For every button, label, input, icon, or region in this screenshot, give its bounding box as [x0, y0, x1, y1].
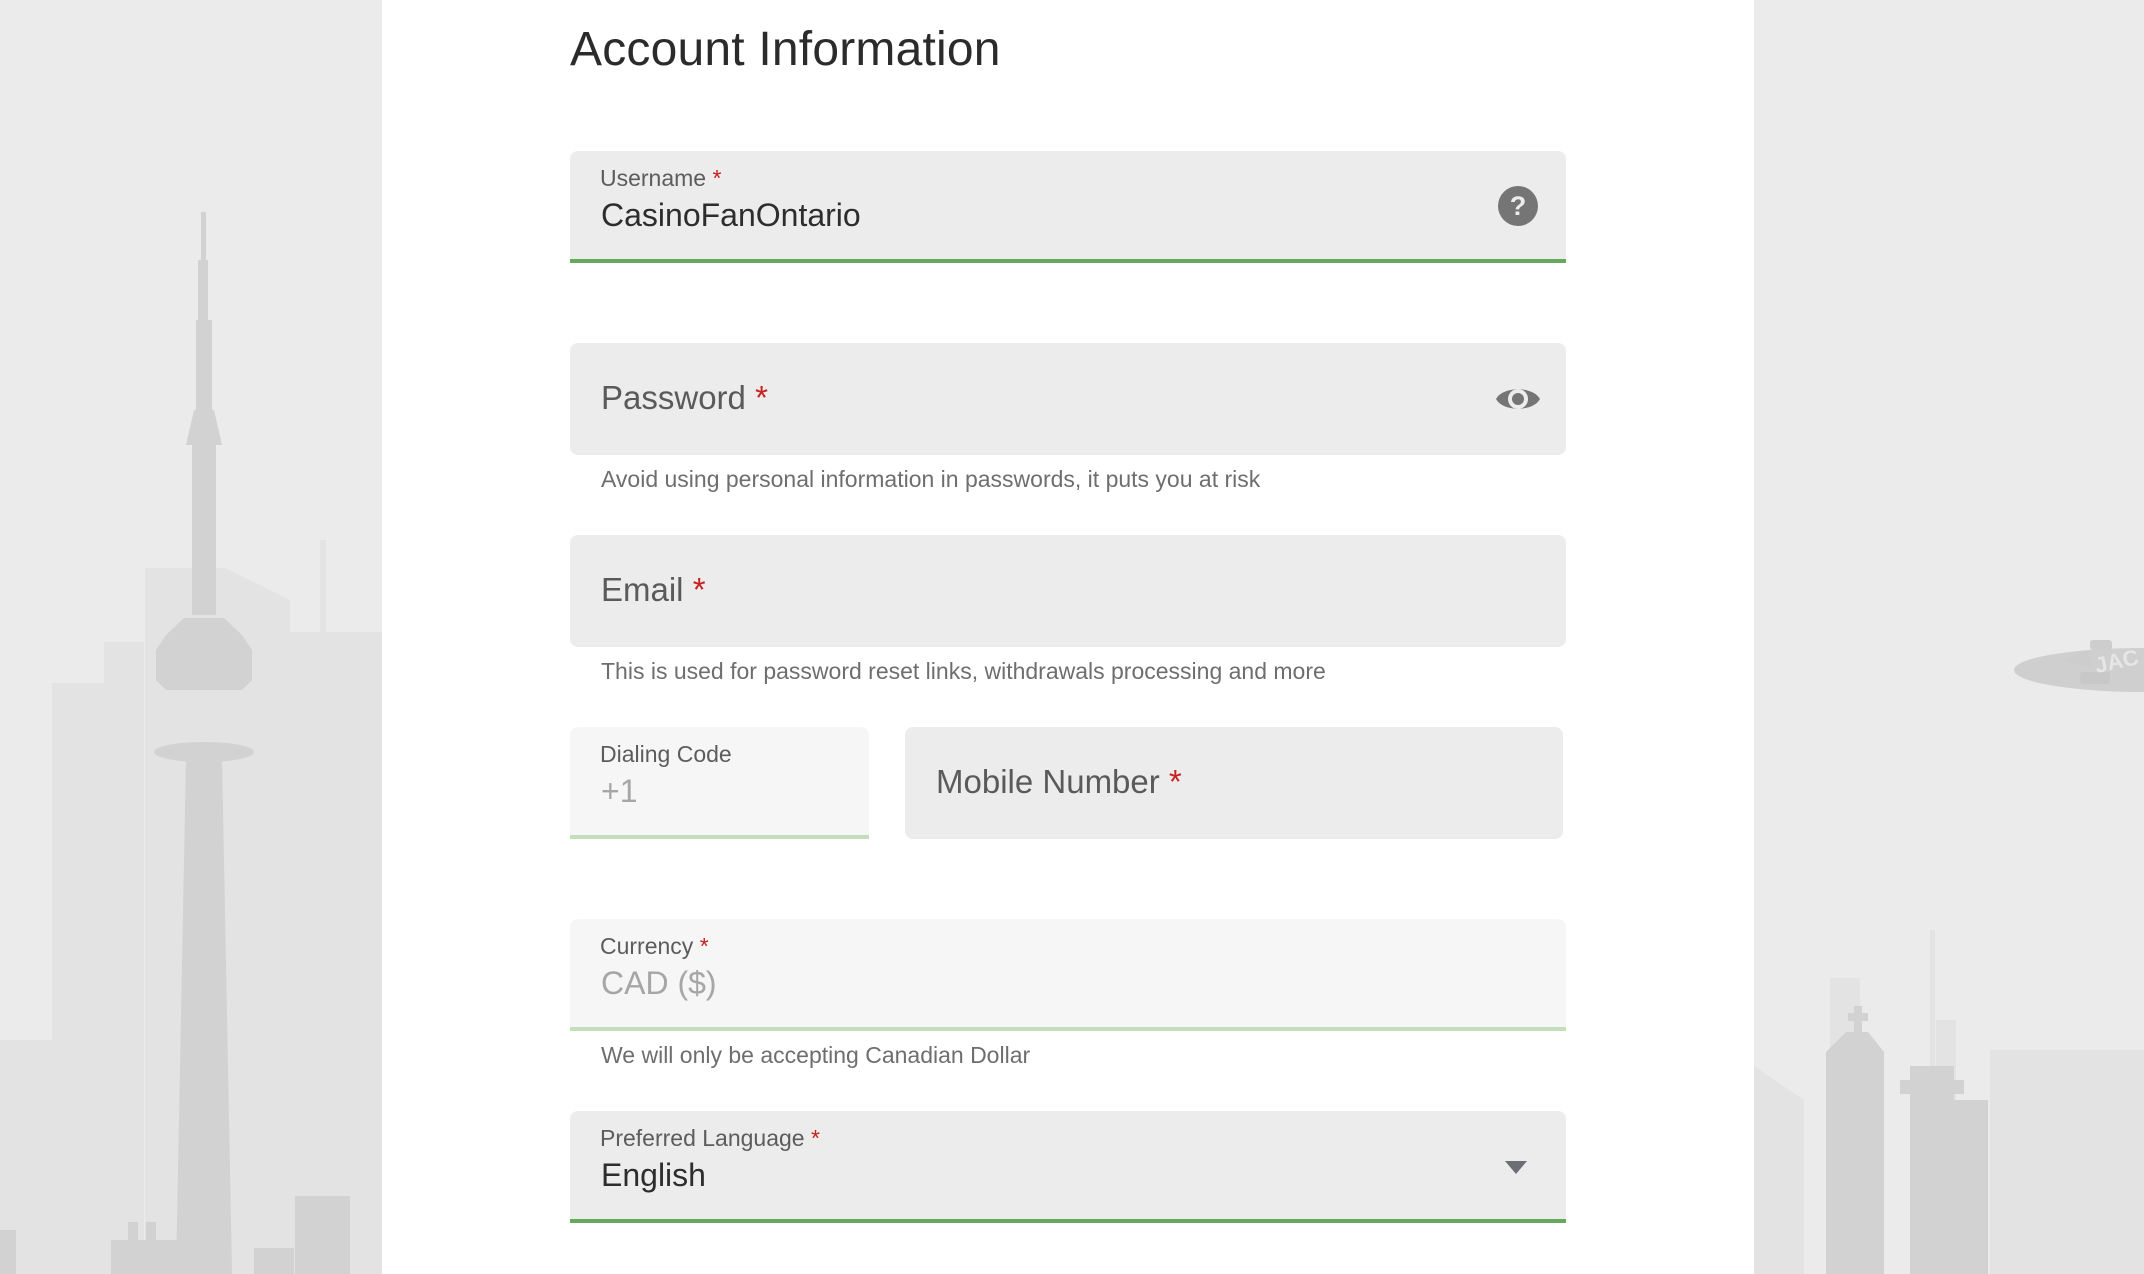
email-label: Email *	[601, 571, 706, 609]
username-label: Username *	[600, 165, 721, 192]
password-helper-text: Avoid using personal information in pass…	[601, 466, 1261, 492]
mobile-number-label: Mobile Number *	[936, 763, 1182, 801]
page-title: Account Information	[570, 23, 1001, 76]
svg-text:?: ?	[1510, 191, 1527, 221]
dialing-code-label: Dialing Code	[600, 741, 732, 767]
password-label-text: Password	[601, 379, 746, 416]
help-circle-icon[interactable]: ?	[1497, 185, 1539, 227]
currency-helper-text: We will only be accepting Canadian Dolla…	[601, 1042, 1031, 1068]
username-label-text: Username	[600, 165, 707, 191]
required-asterisk: *	[755, 379, 768, 416]
email-label-text: Email	[601, 571, 684, 608]
currency-label-text: Currency	[600, 933, 694, 959]
dialing-code-value: +1	[601, 773, 638, 809]
preferred-language-value[interactable]: English	[601, 1157, 706, 1194]
preferred-language-label: Preferred Language *	[600, 1125, 820, 1152]
required-asterisk: *	[712, 165, 722, 191]
preferred-language-label-text: Preferred Language	[600, 1125, 805, 1151]
required-asterisk: *	[1168, 763, 1182, 800]
currency-value: CAD ($)	[601, 965, 717, 1001]
dialing-code-field: Dialing Code +1	[570, 727, 869, 839]
preferred-language-select[interactable]: Preferred Language * English	[570, 1111, 1566, 1223]
password-field[interactable]: Password *	[570, 343, 1566, 455]
username-value[interactable]: CasinoFanOntario	[601, 197, 861, 234]
currency-label: Currency *	[600, 933, 709, 960]
currency-field: Currency * CAD ($)	[570, 919, 1566, 1031]
username-field[interactable]: Username * CasinoFanOntario ?	[570, 151, 1566, 263]
airship-icon: JAC	[2014, 640, 2144, 692]
password-label: Password *	[601, 379, 768, 417]
email-field[interactable]: Email *	[570, 535, 1566, 647]
mobile-number-label-text: Mobile Number	[936, 763, 1160, 800]
required-asterisk: *	[699, 933, 709, 959]
dropdown-arrow-icon[interactable]	[1505, 1161, 1527, 1175]
email-helper-text: This is used for password reset links, w…	[601, 658, 1326, 684]
eye-icon[interactable]	[1495, 383, 1541, 415]
required-asterisk: *	[811, 1125, 820, 1151]
required-asterisk: *	[692, 571, 706, 608]
right-foreground-buildings	[1826, 1006, 1988, 1274]
mobile-number-field[interactable]: Mobile Number *	[905, 727, 1563, 839]
